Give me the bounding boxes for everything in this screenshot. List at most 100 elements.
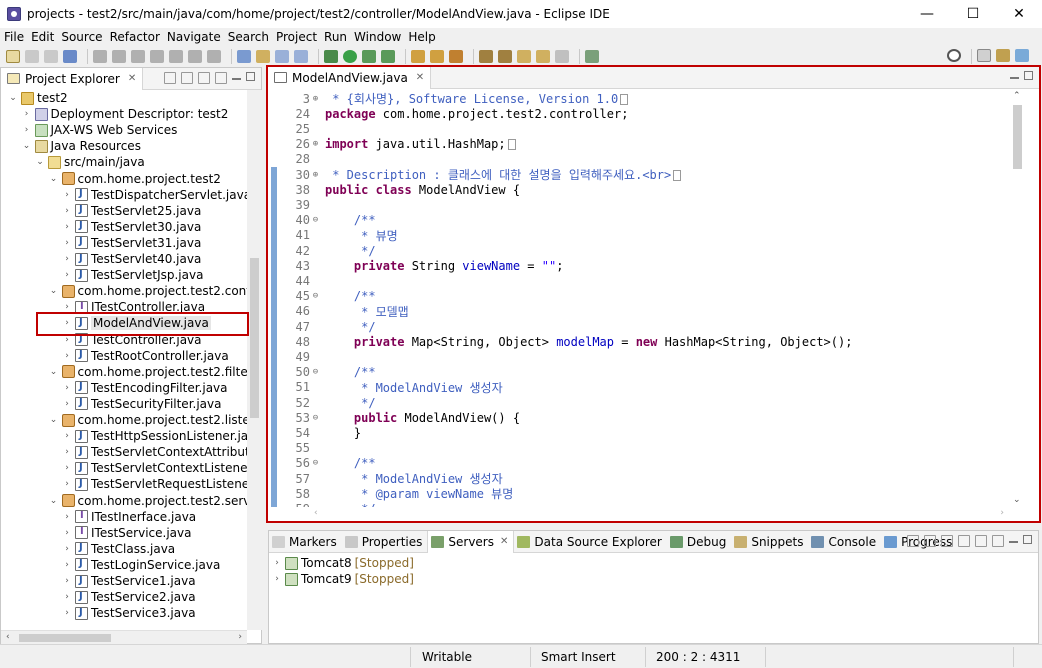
maximize-view-icon[interactable]	[246, 72, 255, 81]
scroll-thumb[interactable]	[1013, 105, 1022, 169]
run-icon[interactable]	[343, 49, 357, 63]
tab-snippets[interactable]: Snippets	[731, 531, 808, 553]
code-line[interactable]: 38 public class ModelAndView {	[268, 182, 1010, 198]
suspend-icon[interactable]	[112, 49, 126, 63]
search-icon[interactable]	[947, 49, 961, 62]
tree-item[interactable]: ⌄ Java Resources	[1, 138, 141, 154]
collapsed-icon[interactable]: ›	[21, 125, 33, 135]
toggle-mark-icon[interactable]	[237, 49, 251, 63]
code-line[interactable]: 26 ⊕ import java.util.HashMap;	[268, 137, 1010, 152]
collapsed-icon[interactable]: ›	[61, 528, 73, 538]
tree-item[interactable]: › Deployment Descriptor: test2	[1, 106, 229, 122]
collapsed-icon[interactable]: ›	[61, 351, 73, 361]
scroll-thumb[interactable]	[19, 634, 111, 642]
tree-item[interactable]: ⌄ com.home.project.test2.filter	[1, 364, 247, 380]
collapse-all-icon[interactable]	[907, 535, 919, 547]
tree-item[interactable]: › TestServletJsp.java	[1, 267, 203, 283]
minimize-view-icon[interactable]	[1009, 535, 1018, 543]
code-line[interactable]: 58 * @param viewName 뷰명	[268, 486, 1010, 502]
server-item[interactable]: › Tomcat9 [Stopped]	[271, 571, 414, 587]
menu-search[interactable]: Search	[224, 30, 272, 44]
collapse-fold-icon[interactable]: ⊖	[310, 291, 321, 301]
code-line[interactable]: 46 * 모델맵	[268, 303, 1010, 319]
server-item[interactable]: › Tomcat8 [Stopped]	[271, 555, 414, 571]
tree-item[interactable]: › ITestService.java	[1, 525, 191, 541]
tree-item[interactable]: ⌄ com.home.project.test2.listener	[1, 412, 247, 428]
collapsed-icon[interactable]: ›	[271, 558, 283, 568]
tree-item[interactable]: › TestServlet30.java	[1, 219, 201, 235]
collapse-all-icon[interactable]	[164, 72, 176, 84]
editor-vertical-scrollbar[interactable]: ⌃ ⌄	[1010, 89, 1025, 507]
collapse-fold-icon[interactable]: ⊖	[310, 458, 321, 468]
editor-horizontal-scrollbar[interactable]: ‹ ›	[268, 507, 1010, 521]
tree-item[interactable]: › TestEncodingFilter.java	[1, 380, 227, 396]
block-select-icon[interactable]	[275, 49, 289, 63]
tree-item[interactable]: › TestHttpSessionListener.java	[1, 428, 247, 444]
stop-server-icon[interactable]	[975, 535, 987, 547]
tree-item[interactable]: › TestServlet25.java	[1, 203, 201, 219]
code-area[interactable]: 3 ⊕ * {회사명}, Software License, Version 1.…	[268, 89, 1010, 521]
collapsed-icon[interactable]: ›	[61, 447, 73, 457]
code-line[interactable]: 3 ⊕ * {회사명}, Software License, Version 1.…	[268, 91, 1010, 106]
menu-refactor[interactable]: Refactor	[106, 30, 163, 44]
expanded-icon[interactable]: ⌄	[21, 141, 33, 151]
server-run-icon[interactable]	[381, 49, 395, 63]
collapsed-icon[interactable]: ›	[61, 576, 73, 586]
minimize-view-icon[interactable]	[232, 72, 241, 80]
tree-item[interactable]: › TestServletContextListener.java	[1, 460, 247, 476]
collapsed-icon[interactable]: ›	[61, 608, 73, 618]
code-line[interactable]: 28	[268, 152, 1010, 167]
open-task-icon[interactable]	[449, 49, 463, 63]
expanded-icon[interactable]: ⌄	[48, 286, 60, 296]
collapsed-icon[interactable]: ›	[61, 206, 73, 216]
step-over-icon[interactable]	[188, 49, 202, 63]
tree-item[interactable]: › TestDispatcherServlet.java	[1, 187, 247, 203]
folded-content-icon[interactable]	[673, 170, 682, 182]
tab-modelandview-java[interactable]: ModelAndView.java ✕	[268, 66, 432, 89]
collapse-fold-icon[interactable]: ⊖	[310, 215, 321, 225]
filter-icon[interactable]	[198, 72, 210, 84]
collapsed-icon[interactable]: ›	[61, 560, 73, 570]
tree-item[interactable]: › TestService2.java	[1, 589, 195, 605]
scroll-left-icon[interactable]: ‹	[6, 632, 10, 642]
expanded-icon[interactable]: ⌄	[34, 157, 46, 167]
tree-item[interactable]: ⌄ src/main/java	[1, 154, 145, 170]
step-return-icon[interactable]	[207, 49, 221, 63]
expanded-icon[interactable]: ⌄	[7, 93, 19, 103]
maximize-view-icon[interactable]	[1024, 71, 1033, 80]
menu-file[interactable]: File	[0, 30, 27, 44]
tree-item[interactable]: › TestClass.java	[1, 541, 175, 557]
collapsed-icon[interactable]: ›	[61, 383, 73, 393]
previous-annotation-icon[interactable]	[498, 49, 512, 63]
code-line[interactable]: 44	[268, 273, 1010, 289]
java-ee-perspective-icon[interactable]	[996, 49, 1010, 62]
collapsed-icon[interactable]: ›	[61, 512, 73, 522]
menu-window[interactable]: Window	[350, 30, 404, 44]
tree-item[interactable]: ⌄ com.home.project.test2	[1, 171, 221, 187]
expanded-icon[interactable]: ⌄	[48, 496, 60, 506]
tree-item[interactable]: › TestRootController.java	[1, 348, 229, 364]
tree-item[interactable]: › JAX-WS Web Services	[1, 122, 178, 138]
close-button[interactable]: ✕	[996, 0, 1042, 28]
collapsed-icon[interactable]: ›	[61, 592, 73, 602]
code-line[interactable]: 25	[268, 121, 1010, 136]
maximize-view-icon[interactable]	[1023, 535, 1032, 544]
view-menu-icon[interactable]	[215, 72, 227, 84]
code-line[interactable]: 57 * ModelAndView 생성자	[268, 471, 1010, 487]
tab-properties[interactable]: Properties	[342, 531, 428, 553]
folded-content-icon[interactable]	[507, 139, 516, 151]
code-line[interactable]: 50 ⊖ /**	[268, 364, 1010, 380]
collapsed-icon[interactable]: ›	[61, 544, 73, 554]
new-package-icon[interactable]	[411, 49, 425, 63]
scroll-right-icon[interactable]: ›	[238, 632, 242, 642]
collapsed-icon[interactable]: ›	[61, 270, 73, 280]
save-icon[interactable]	[25, 49, 39, 63]
debug-perspective-icon[interactable]	[1015, 49, 1029, 62]
close-icon[interactable]: ✕	[500, 536, 508, 547]
code-line[interactable]: 45 ⊖ /**	[268, 288, 1010, 304]
collapsed-icon[interactable]: ›	[61, 463, 73, 473]
collapse-fold-icon[interactable]: ⊖	[310, 413, 321, 423]
collapsed-icon[interactable]: ›	[61, 302, 73, 312]
scroll-down-icon[interactable]: ⌄	[1013, 495, 1021, 505]
open-type-icon[interactable]	[63, 49, 77, 63]
